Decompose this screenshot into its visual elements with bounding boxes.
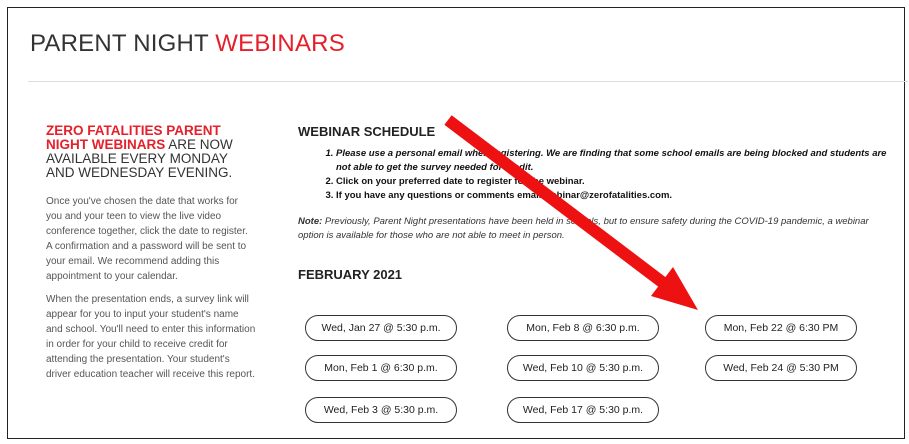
page-title-highlight: WEBINARS xyxy=(215,30,345,57)
date-button-feb24[interactable]: Wed, Feb 24 @ 5:30 PM xyxy=(705,355,857,381)
schedule-heading: WEBINAR SCHEDULE xyxy=(298,124,436,139)
info-paragraph-survey: When the presentation ends, a survey lin… xyxy=(46,294,256,380)
note-text: Previously, Parent Night presentations h… xyxy=(298,216,869,241)
info-paragraph-registration: Once you've chosen the date that works f… xyxy=(46,196,248,282)
instruction-item: If you have any questions or comments em… xyxy=(336,189,888,203)
schedule-column: WEBINAR SCHEDULE Please use a personal e… xyxy=(298,124,888,282)
date-button-feb10[interactable]: Wed, Feb 10 @ 5:30 p.m. xyxy=(507,355,659,381)
title-divider xyxy=(28,81,908,82)
date-button-feb22[interactable]: Mon, Feb 22 @ 6:30 PM xyxy=(705,315,857,341)
instruction-item: Click on your preferred date to register… xyxy=(336,175,888,189)
info-heading: ZERO FATALITIES PARENT NIGHT WEBINARS AR… xyxy=(46,124,256,180)
info-column: ZERO FATALITIES PARENT NIGHT WEBINARS AR… xyxy=(46,124,256,382)
page-title-prefix: PARENT NIGHT xyxy=(30,30,216,57)
date-button-feb3[interactable]: Wed, Feb 3 @ 5:30 p.m. xyxy=(305,397,457,423)
date-button-jan27[interactable]: Wed, Jan 27 @ 5:30 p.m. xyxy=(305,315,457,341)
page-title: PARENT NIGHT WEBINARS xyxy=(30,30,345,58)
instruction-item: Please use a personal email when registe… xyxy=(336,147,888,175)
note-label: Note: xyxy=(298,216,323,227)
month-heading: FEBRUARY 2021 xyxy=(298,267,403,282)
schedule-instructions: Please use a personal email when registe… xyxy=(298,147,888,203)
date-button-feb1[interactable]: Mon, Feb 1 @ 6:30 p.m. xyxy=(305,355,457,381)
date-button-feb17[interactable]: Wed, Feb 17 @ 5:30 p.m. xyxy=(507,397,659,423)
date-button-feb8[interactable]: Mon, Feb 8 @ 6:30 p.m. xyxy=(507,315,659,341)
covid-note: Note: Previously, Parent Night presentat… xyxy=(298,215,888,243)
